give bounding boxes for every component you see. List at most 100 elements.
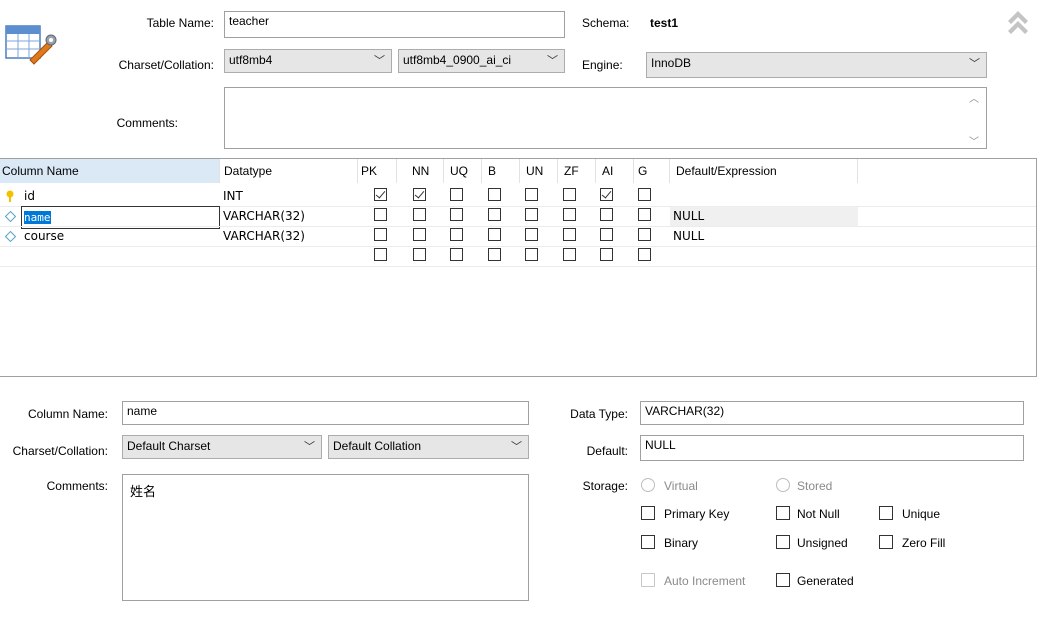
nn-checkbox[interactable] bbox=[413, 228, 426, 241]
default-input[interactable]: NULL bbox=[640, 435, 1024, 461]
generated-checkbox[interactable] bbox=[776, 573, 790, 587]
ai-checkbox[interactable] bbox=[600, 248, 613, 261]
pk-checkbox[interactable] bbox=[374, 208, 387, 221]
zf-checkbox[interactable] bbox=[563, 228, 576, 241]
nn-checkbox[interactable] bbox=[413, 208, 426, 221]
uq-checkbox[interactable] bbox=[450, 208, 463, 221]
zero-fill-checkbox[interactable] bbox=[879, 535, 893, 549]
primary-key-checkbox[interactable] bbox=[641, 506, 655, 520]
chevron-down-icon: ﹀ bbox=[547, 55, 558, 67]
unique-label: Unique bbox=[902, 507, 941, 521]
charset-select[interactable]: utf8mb4 ﹀ bbox=[224, 49, 392, 73]
header-default-expression[interactable]: Default/Expression bbox=[674, 159, 858, 183]
binary-checkbox[interactable] bbox=[641, 535, 655, 549]
header-datatype[interactable]: Datatype bbox=[222, 159, 358, 183]
g-checkbox[interactable] bbox=[638, 248, 651, 261]
diamond-icon bbox=[5, 211, 16, 222]
table-row[interactable]: name VARCHAR(32) NULL bbox=[0, 206, 1036, 229]
uq-checkbox[interactable] bbox=[450, 228, 463, 241]
g-checkbox[interactable] bbox=[638, 208, 651, 221]
b-checkbox[interactable] bbox=[488, 248, 501, 261]
stored-radio[interactable] bbox=[776, 478, 790, 492]
data-type-input[interactable]: VARCHAR(32) bbox=[640, 401, 1024, 425]
zf-checkbox[interactable] bbox=[563, 248, 576, 261]
table-icon bbox=[4, 20, 58, 68]
not-null-checkbox[interactable] bbox=[776, 506, 790, 520]
columns-grid[interactable]: Column Name Datatype PK NN UQ B UN ZF AI… bbox=[0, 158, 1037, 377]
row-datatype[interactable]: INT bbox=[223, 187, 243, 206]
detail-comments-input[interactable]: 姓名 bbox=[122, 474, 529, 601]
virtual-radio[interactable] bbox=[641, 478, 655, 492]
primary-key-label: Primary Key bbox=[664, 507, 730, 521]
binary-label: Binary bbox=[664, 536, 699, 550]
auto-increment-label: Auto Increment bbox=[664, 574, 746, 588]
header-pk[interactable]: PK bbox=[359, 159, 397, 183]
nn-checkbox[interactable] bbox=[413, 188, 426, 201]
table-row[interactable]: course VARCHAR(32) NULL bbox=[0, 227, 1036, 246]
header-nn[interactable]: NN bbox=[410, 159, 444, 183]
un-checkbox[interactable] bbox=[525, 188, 538, 201]
un-checkbox[interactable] bbox=[525, 208, 538, 221]
header-zf[interactable]: ZF bbox=[562, 159, 596, 183]
g-checkbox[interactable] bbox=[638, 228, 651, 241]
header-un[interactable]: UN bbox=[524, 159, 558, 183]
detail-charset-select[interactable]: Default Charset ﹀ bbox=[122, 435, 322, 459]
collation-select-value: utf8mb4_0900_ai_ci bbox=[403, 53, 512, 67]
uq-checkbox[interactable] bbox=[450, 248, 463, 261]
row-datatype[interactable]: VARCHAR(32) bbox=[223, 207, 305, 226]
unique-checkbox[interactable] bbox=[879, 506, 893, 520]
row-default[interactable]: NULL bbox=[673, 227, 704, 246]
schema-value: test1 bbox=[650, 16, 679, 30]
ai-checkbox[interactable] bbox=[600, 228, 613, 241]
zf-checkbox[interactable] bbox=[563, 208, 576, 221]
table-row[interactable]: id INT bbox=[0, 187, 1036, 206]
un-checkbox[interactable] bbox=[525, 248, 538, 261]
row-column-name[interactable]: name bbox=[24, 208, 51, 227]
table-comments-input[interactable] bbox=[224, 87, 987, 149]
chevron-down-icon: ﹀ bbox=[374, 55, 385, 67]
ai-checkbox[interactable] bbox=[600, 208, 613, 221]
scroll-down-icon[interactable]: ﹀ bbox=[969, 133, 979, 148]
header-uq[interactable]: UQ bbox=[448, 159, 482, 183]
zf-checkbox[interactable] bbox=[563, 188, 576, 201]
engine-select-value: InnoDB bbox=[651, 56, 692, 70]
detail-charset-collation-label: Charset/Collation: bbox=[12, 444, 108, 458]
b-checkbox[interactable] bbox=[488, 188, 501, 201]
row-column-name[interactable]: id bbox=[24, 187, 35, 206]
detail-collation-select[interactable]: Default Collation ﹀ bbox=[328, 435, 529, 459]
table-name-label: Table Name: bbox=[146, 16, 214, 30]
unsigned-checkbox[interactable] bbox=[776, 535, 790, 549]
b-checkbox[interactable] bbox=[488, 208, 501, 221]
collapse-icon[interactable] bbox=[1006, 8, 1030, 34]
row-column-name[interactable]: course bbox=[24, 227, 64, 246]
column-name-label: Column Name: bbox=[27, 407, 108, 421]
engine-select[interactable]: InnoDB ﹀ bbox=[646, 52, 987, 78]
default-label: Default: bbox=[586, 444, 628, 458]
collation-select[interactable]: utf8mb4_0900_ai_ci ﹀ bbox=[398, 49, 565, 73]
header-column-name[interactable]: Column Name bbox=[0, 159, 220, 183]
nn-checkbox[interactable] bbox=[413, 248, 426, 261]
column-name-input[interactable]: name bbox=[122, 401, 529, 425]
data-type-label: Data Type: bbox=[570, 407, 628, 421]
row-datatype[interactable]: VARCHAR(32) bbox=[223, 227, 305, 246]
b-checkbox[interactable] bbox=[488, 228, 501, 241]
pk-checkbox[interactable] bbox=[374, 228, 387, 241]
g-checkbox[interactable] bbox=[638, 188, 651, 201]
pk-checkbox[interactable] bbox=[374, 188, 387, 201]
un-checkbox[interactable] bbox=[525, 228, 538, 241]
auto-increment-checkbox[interactable] bbox=[641, 573, 655, 587]
header-b[interactable]: B bbox=[486, 159, 520, 183]
ai-checkbox[interactable] bbox=[600, 188, 613, 201]
uq-checkbox[interactable] bbox=[450, 188, 463, 201]
storage-label: Storage: bbox=[582, 479, 628, 493]
table-row-new[interactable] bbox=[0, 247, 1036, 266]
table-name-input[interactable]: teacher bbox=[224, 11, 565, 38]
key-icon bbox=[6, 190, 14, 202]
header-g[interactable]: G bbox=[636, 159, 670, 183]
engine-label: Engine: bbox=[582, 58, 623, 72]
row-default[interactable]: NULL bbox=[673, 207, 704, 226]
scroll-up-icon[interactable]: ︿ bbox=[969, 90, 979, 105]
pk-checkbox[interactable] bbox=[374, 248, 387, 261]
generated-label: Generated bbox=[797, 574, 854, 588]
header-ai[interactable]: AI bbox=[600, 159, 634, 183]
